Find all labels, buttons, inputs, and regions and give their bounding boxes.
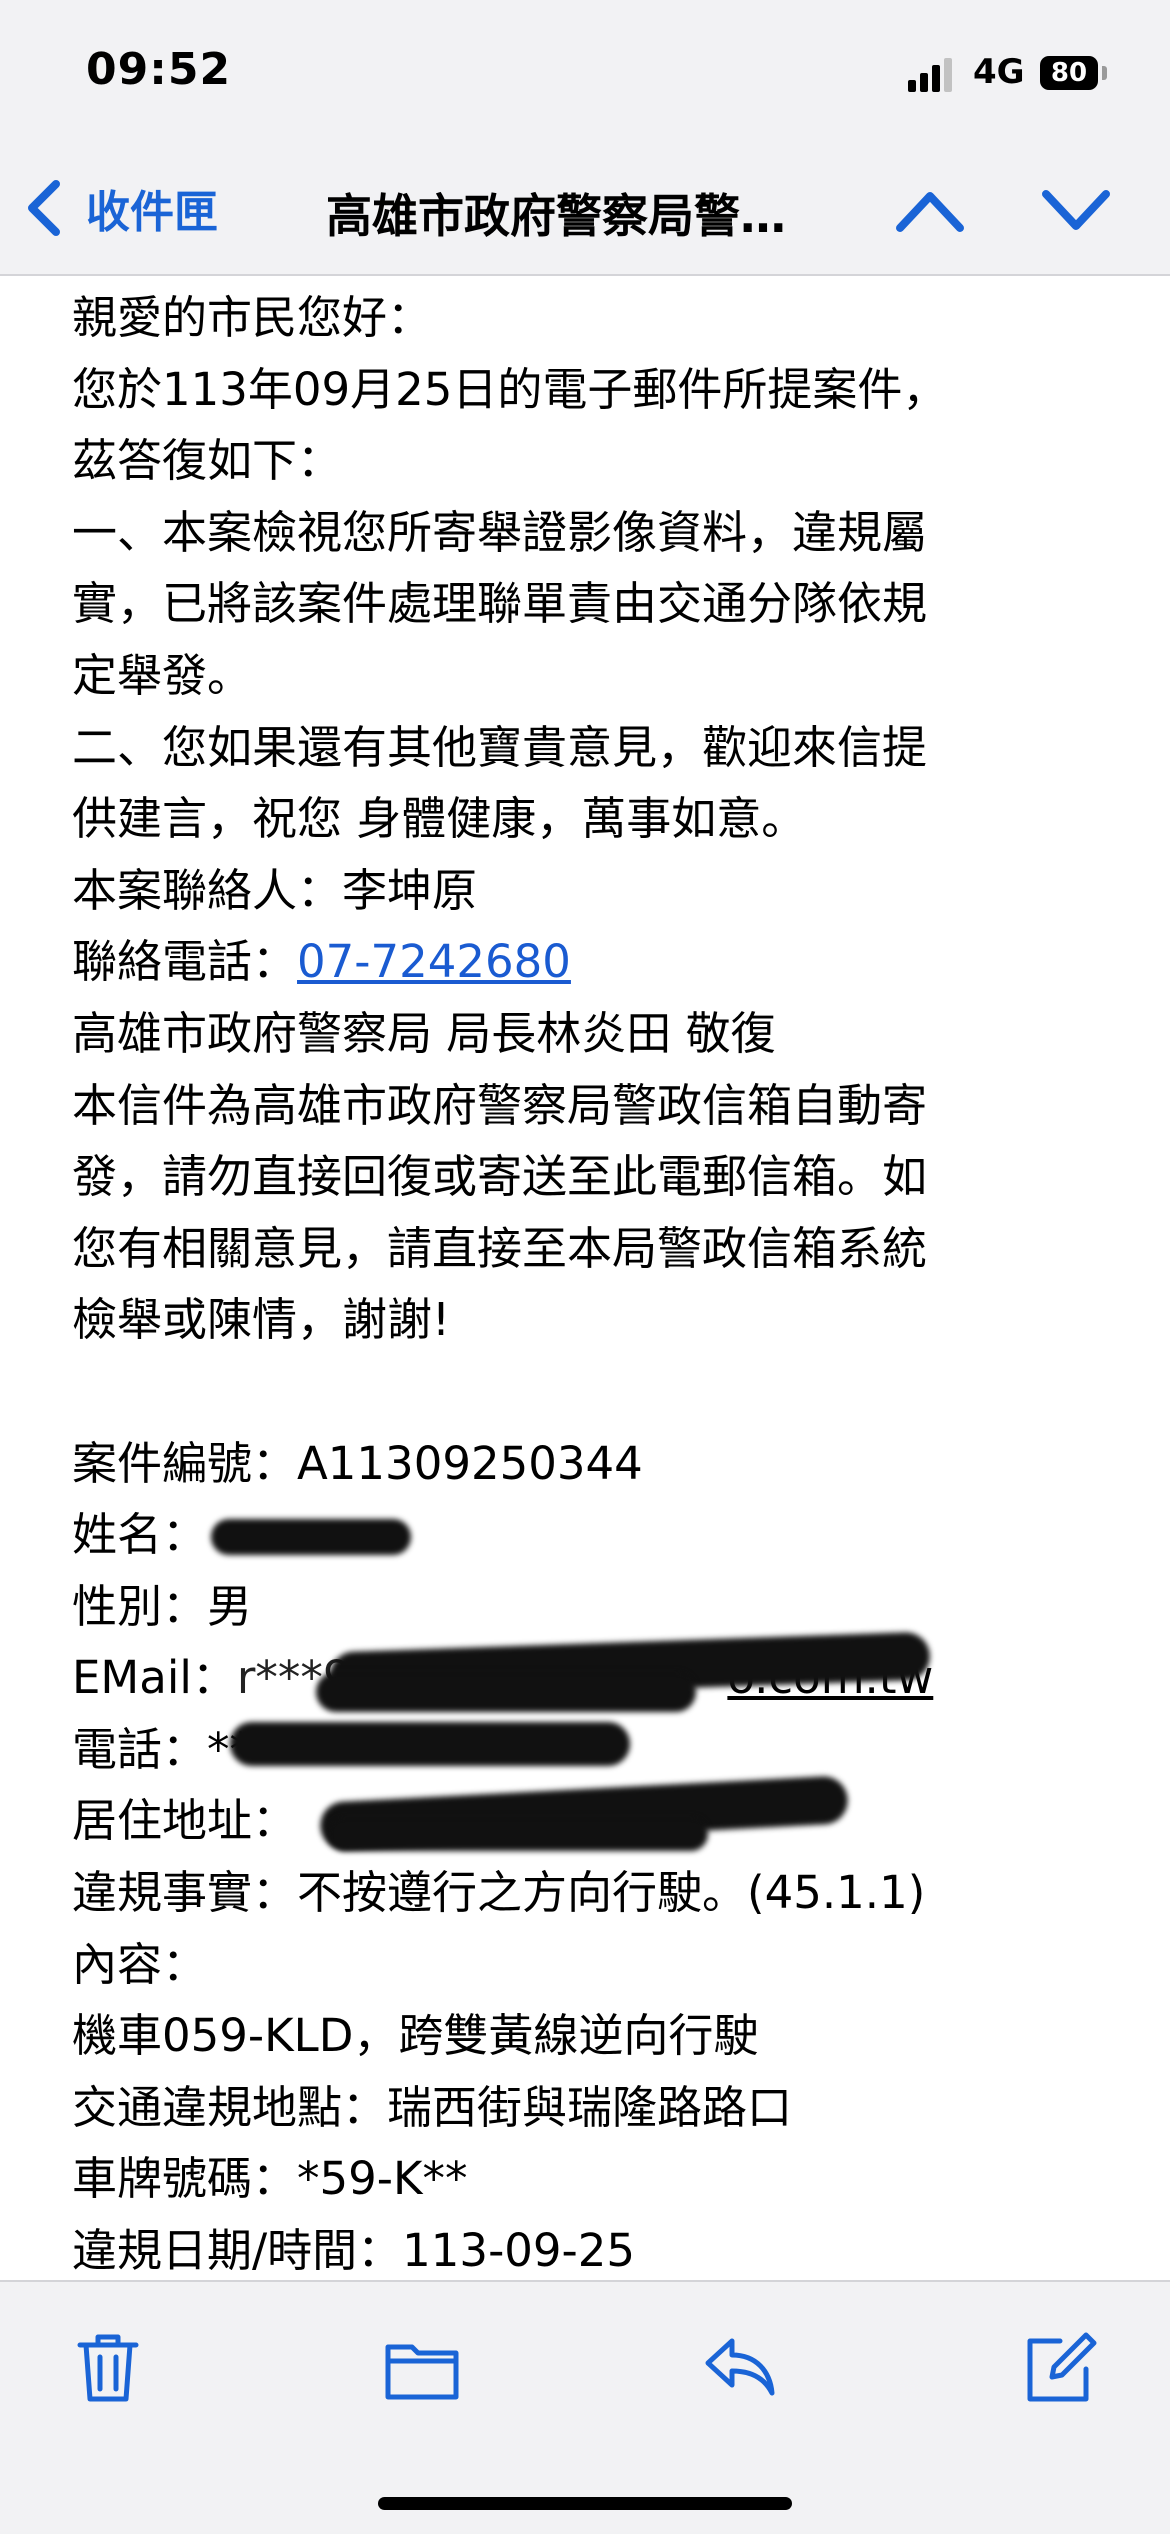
compose-icon <box>1027 2332 1097 2402</box>
phone-line: 電話：** <box>72 1714 1112 1786</box>
body-line: 定舉發。 <box>72 648 253 702</box>
location-label: 交通違規地點： <box>72 2080 388 2134</box>
signal-icon <box>908 56 956 92</box>
network-type: 4G <box>973 52 1025 92</box>
battery-cap <box>1102 66 1107 80</box>
phone-label: 電話： <box>72 1722 208 1776</box>
email-line: EMail：r***9403o.com.tw <box>72 1631 1112 1714</box>
plate-line: 車牌號碼：*59-K** <box>72 2143 1112 2215</box>
gender-value: 男 <box>207 1579 253 1633</box>
contact-person-line: 本案聯絡人：李坤原 <box>72 863 478 917</box>
compose-button[interactable] <box>1020 2327 1100 2407</box>
delete-button[interactable] <box>68 2327 148 2407</box>
move-to-folder-button[interactable] <box>382 2327 462 2407</box>
redaction-mark <box>328 1817 708 1852</box>
home-indicator[interactable] <box>378 2497 792 2510</box>
message-subject: 高雄市政府警察局警… <box>326 189 786 243</box>
location-line: 交通違規地點：瑞西街與瑞隆路路口 <box>72 2072 1112 2144</box>
phone-link[interactable]: 07-7242680 <box>297 935 571 988</box>
email-label: EMail： <box>72 1651 237 1705</box>
violation-label: 違規事實： <box>72 1866 298 1920</box>
body-line: 二、您如果還有其他寶貴意見，歡迎來信提 <box>72 720 928 774</box>
battery-level: 80 <box>1050 58 1088 88</box>
signature-line: 高雄市政府警察局 局長林炎田 敬復 <box>72 1006 776 1060</box>
plate-value: *59-K** <box>297 2152 468 2206</box>
chevron-down-icon <box>1042 190 1110 230</box>
body-line: 實，已將該案件處理聯單責由交通分隊依規 <box>72 577 928 631</box>
status-bar: 09:52 4G 80 <box>0 0 1170 140</box>
name-redacted <box>207 1513 412 1563</box>
address-line: 居住地址： <box>72 1775 1112 1857</box>
violation-line: 違規事實：不按遵行之方向行駛。(45.1.1) <box>72 1857 1112 1929</box>
chevron-left-icon <box>28 180 60 236</box>
redaction-mark <box>316 1672 696 1713</box>
notice-line: 檢舉或陳情，謝謝! <box>72 1293 451 1347</box>
address-label: 居住地址： <box>72 1794 298 1848</box>
trash-icon <box>77 2334 139 2402</box>
back-to-inbox-button[interactable]: 收件匣 <box>22 178 218 238</box>
notice-line: 本信件為高雄市政府警察局警政信箱自動寄 <box>72 1078 928 1132</box>
battery-icon: 80 <box>1040 56 1098 90</box>
next-message-button[interactable] <box>1036 182 1116 238</box>
folder-icon <box>385 2344 459 2400</box>
contact-phone-line: 聯絡電話：07-7242680 <box>72 926 1112 998</box>
mail-toolbar <box>0 2280 1170 2534</box>
gender-line: 性別：男 <box>72 1571 1112 1643</box>
chevron-up-icon <box>896 192 964 232</box>
plate-label: 車牌號碼： <box>72 2152 298 2206</box>
violation-value: 不按遵行之方向行駛。(45.1.1) <box>297 1866 926 1920</box>
contact-phone-label: 聯絡電話： <box>72 935 298 989</box>
datetime-line: 違規日期/時間：113-09-25 <box>72 2215 1112 2270</box>
email-body[interactable]: 親愛的市民您好： 您於113年09月25日的電子郵件所提案件， 茲答復如下： 一… <box>0 276 1170 2270</box>
redaction-mark <box>211 1519 412 1556</box>
status-time: 09:52 <box>86 44 232 95</box>
location-value: 瑞西街與瑞隆路路口 <box>387 2080 793 2134</box>
mail-nav-bar: 收件匣 高雄市政府警察局警… <box>0 140 1170 276</box>
email-text: 親愛的市民您好： 您於113年09月25日的電子郵件所提案件， 茲答復如下： 一… <box>72 282 1112 2270</box>
name-label: 姓名： <box>72 1508 208 1562</box>
reply-icon <box>705 2338 775 2396</box>
previous-message-button[interactable] <box>890 182 970 238</box>
datetime-label: 違規日期/時間： <box>72 2224 403 2270</box>
case-number-label: 案件編號： <box>72 1436 298 1490</box>
body-line: 供建言，祝您 身體健康，萬事如意。 <box>72 792 807 846</box>
gender-label: 性別： <box>72 1579 208 1633</box>
content-label: 內容： <box>72 1937 208 1991</box>
redaction-mark <box>230 1721 630 1766</box>
body-line: 茲答復如下： <box>72 434 343 488</box>
notice-line: 您有相關意見，請直接至本局警政信箱系統 <box>72 1221 928 1275</box>
datetime-value: 113-09-25 <box>402 2224 636 2270</box>
greeting-line: 親愛的市民您好： <box>72 291 433 344</box>
notice-line: 發，請勿直接回復或寄送至此電郵信箱。如 <box>72 1150 928 1204</box>
back-label: 收件匣 <box>86 187 218 238</box>
reply-button[interactable] <box>700 2327 780 2407</box>
body-line: 一、本案檢視您所寄舉證影像資料，違規屬 <box>72 505 928 559</box>
case-number-value: A11309250344 <box>297 1436 643 1490</box>
body-line: 您於113年09月25日的電子郵件所提案件， <box>72 362 948 416</box>
case-number-line: 案件編號：A11309250344 <box>72 1428 1112 1500</box>
content-value: 機車059-KLD，跨雙黃線逆向行駛 <box>72 2009 759 2063</box>
name-line: 姓名： <box>72 1499 1112 1571</box>
